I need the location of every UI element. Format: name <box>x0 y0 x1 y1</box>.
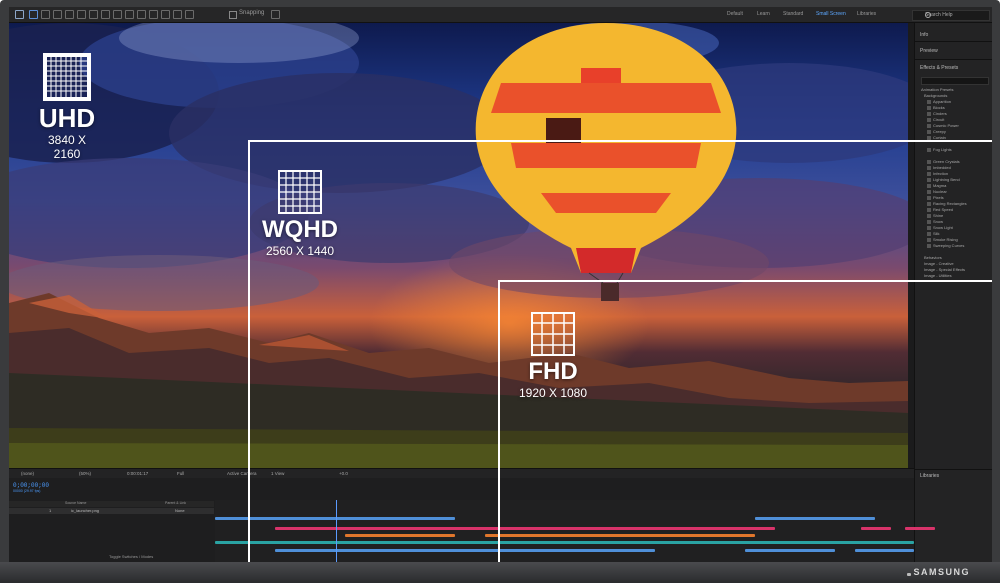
uhd-label: UHD 3840 X 2160 <box>33 53 101 161</box>
fhd-dims: 1920 X 1080 <box>518 386 588 400</box>
brand-logo: SAMSUNG <box>913 567 970 577</box>
home-icon[interactable] <box>15 10 24 19</box>
uhd-grid-icon <box>43 53 91 101</box>
wqhd-grid-icon <box>278 170 322 214</box>
power-indicator-icon <box>907 573 911 576</box>
backgrounds-folder[interactable]: Backgrounds <box>924 93 947 98</box>
puppet-tool-icon[interactable] <box>185 10 194 19</box>
wqhd-dims: 2560 X 1440 <box>265 244 335 258</box>
clone-tool-icon[interactable] <box>149 10 158 19</box>
layer-number: 1 <box>49 508 52 513</box>
pen-tool-icon[interactable] <box>113 10 122 19</box>
workspace-default[interactable]: Default <box>727 11 743 17</box>
camera-tool-icon[interactable] <box>77 10 86 19</box>
uhd-dims: 3840 X 2160 <box>47 133 87 161</box>
zoom-tool-icon[interactable] <box>53 10 62 19</box>
effect-item[interactable]: Apparition <box>927 99 951 104</box>
layer-name: ic_launcher.png <box>71 508 100 513</box>
workspace-small-screen[interactable]: Small Screen <box>816 11 846 17</box>
monitor: Snapping Default Learn Standard Small Sc… <box>0 0 1000 583</box>
effect-item[interactable]: Blocks <box>927 105 945 110</box>
brush-tool-icon[interactable] <box>137 10 146 19</box>
rotate-tool-icon[interactable] <box>65 10 74 19</box>
mask-tool-icon[interactable] <box>101 10 110 19</box>
fhd-label: FHD 1920 X 1080 <box>517 312 589 400</box>
wqhd-label: WQHD 2560 X 1440 <box>255 170 345 258</box>
resolution-selector[interactable]: Full <box>177 471 184 476</box>
parent-link-column[interactable]: Parent & Link <box>165 501 186 505</box>
pan-tool-icon[interactable] <box>89 10 98 19</box>
info-panel-tab[interactable]: Info <box>920 32 928 38</box>
uhd-name: UHD <box>38 103 96 133</box>
timeline-fps: 00000 (29.97 fps) <box>13 489 41 493</box>
timeline-timecode[interactable]: 0;00;00;00 <box>13 482 49 489</box>
search-help-input[interactable]: Search Help <box>912 10 990 21</box>
roto-tool-icon[interactable] <box>173 10 182 19</box>
current-time[interactable]: 0:00:01:17 <box>127 471 148 476</box>
layer-header: Source Name Parent & Link <box>9 501 214 507</box>
snap-options-icon[interactable] <box>271 10 280 19</box>
tools-toolbar: Snapping Default Learn Standard Small Sc… <box>9 7 992 23</box>
search-help-placeholder: Search Help <box>925 12 953 18</box>
monitor-bezel <box>0 562 1000 583</box>
effect-item[interactable]: Cinders <box>927 111 947 116</box>
snapping-checkbox[interactable] <box>229 11 237 19</box>
animation-presets-folder[interactable]: Animation Presets <box>921 87 953 92</box>
effect-item[interactable]: Cosmic Power <box>927 123 959 128</box>
preview-panel-tab[interactable]: Preview <box>920 48 938 54</box>
selection-tool-icon[interactable] <box>29 10 38 19</box>
effect-item[interactable]: Circuit <box>927 117 944 122</box>
layer-parent[interactable]: None <box>175 508 185 513</box>
layer-row[interactable]: 1 ic_launcher.png None <box>9 508 214 514</box>
eraser-tool-icon[interactable] <box>161 10 170 19</box>
effects-search-input[interactable] <box>921 77 989 85</box>
fhd-name: FHD <box>528 358 578 385</box>
workspace-learn[interactable]: Learn <box>757 11 770 17</box>
workspace-libraries[interactable]: Libraries <box>857 11 876 17</box>
type-tool-icon[interactable] <box>125 10 134 19</box>
screen: Snapping Default Learn Standard Small Sc… <box>9 7 992 562</box>
view-selector[interactable]: (none) <box>21 471 34 476</box>
zoom-selector[interactable]: (50%) <box>79 471 91 476</box>
workspace-standard[interactable]: Standard <box>783 11 803 17</box>
effects-presets-panel-tab[interactable]: Effects & Presets <box>920 65 958 71</box>
fhd-grid-icon <box>531 312 575 356</box>
source-name-column[interactable]: Source Name <box>65 501 86 505</box>
wqhd-name: WQHD <box>262 216 338 243</box>
snapping-label: Snapping <box>239 10 265 16</box>
hand-tool-icon[interactable] <box>41 10 50 19</box>
toggle-switches-modes[interactable]: Toggle Switches / Modes <box>109 554 153 559</box>
effect-item[interactable]: Creepy <box>927 129 946 134</box>
